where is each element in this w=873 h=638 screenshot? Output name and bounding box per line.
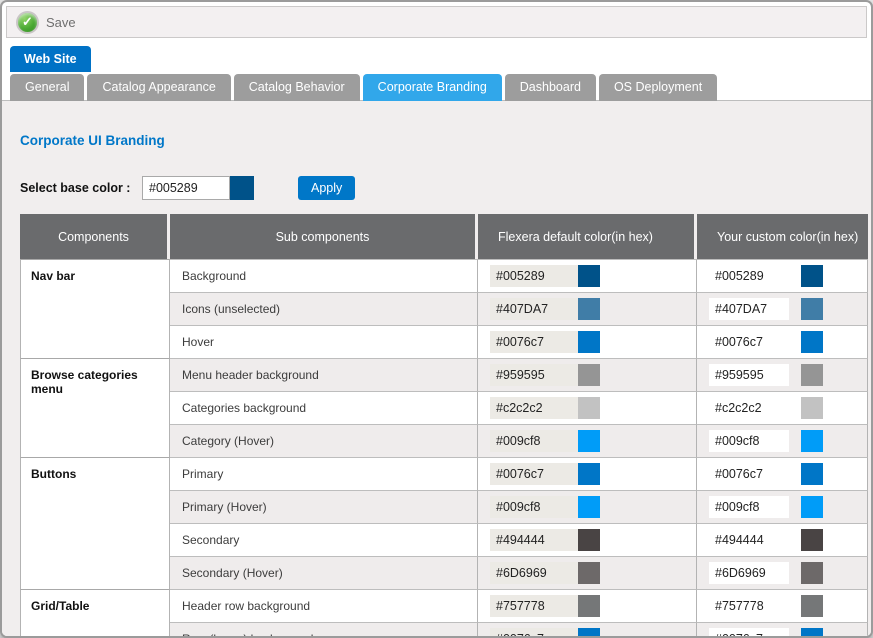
flexera-default-color-swatch [578, 430, 600, 452]
flexera-default-hex-input [490, 463, 578, 485]
table-row: Grid/TableHeader row background [20, 589, 868, 622]
flexera-default-color-swatch [578, 529, 600, 551]
flexera-default-hex-input [490, 529, 578, 551]
header-your-custom: Your custom color(in hex) [697, 214, 868, 259]
flexera-default-color-swatch [578, 496, 600, 518]
flexera-default-hex-input [490, 364, 578, 386]
flexera-default-color-swatch [578, 265, 600, 287]
flexera-default-color-swatch [578, 364, 600, 386]
custom-hex-input[interactable] [709, 430, 789, 452]
component-cell: Nav bar [20, 259, 170, 358]
sub-component-cell: Categories background [170, 391, 478, 424]
flexera-default-hex-input [490, 496, 578, 518]
flexera-default-color-swatch [578, 595, 600, 617]
flexera-default-color-swatch [578, 397, 600, 419]
component-cell: Grid/Table [20, 589, 170, 638]
sub-component-cell: Category (Hover) [170, 424, 478, 457]
flexera-default-color-swatch [578, 463, 600, 485]
tab-corporate-branding[interactable]: Corporate Branding [363, 74, 502, 101]
toolbar: ✓ Save [6, 6, 867, 38]
header-components: Components [20, 214, 170, 259]
custom-color-swatch[interactable] [801, 628, 823, 638]
table-row: Browse categories menuMenu header backgr… [20, 358, 868, 391]
tab-web-site[interactable]: Web Site [10, 46, 91, 72]
flexera-default-hex-input [490, 265, 578, 287]
sub-component-cell: Primary (Hover) [170, 490, 478, 523]
custom-color-swatch[interactable] [801, 430, 823, 452]
base-color-label: Select base color : [20, 181, 142, 195]
custom-hex-input[interactable] [709, 331, 789, 353]
sub-component-cell: Primary [170, 457, 478, 490]
flexera-default-hex-input [490, 562, 578, 584]
custom-hex-input[interactable] [709, 364, 789, 386]
branding-table: Components Sub components Flexera defaul… [20, 214, 868, 638]
custom-hex-input[interactable] [709, 265, 789, 287]
table-row: ButtonsPrimary [20, 457, 868, 490]
sub-component-cell: Header row background [170, 589, 478, 622]
custom-hex-input[interactable] [709, 529, 789, 551]
custom-hex-input[interactable] [709, 463, 789, 485]
custom-hex-input[interactable] [709, 298, 789, 320]
settings-window: ✓ Save Web Site General Catalog Appearan… [0, 0, 873, 638]
base-color-row: Select base color : Apply [20, 176, 871, 200]
site-tab-row: Web Site [2, 38, 871, 72]
custom-color-swatch[interactable] [801, 397, 823, 419]
tab-catalog-behavior[interactable]: Catalog Behavior [234, 74, 360, 101]
sub-component-cell: Background [170, 259, 478, 292]
sub-component-cell: Menu header background [170, 358, 478, 391]
check-circle-icon: ✓ [16, 11, 39, 34]
custom-color-swatch[interactable] [801, 331, 823, 353]
component-cell: Buttons [20, 457, 170, 589]
flexera-default-hex-input [490, 298, 578, 320]
custom-color-swatch[interactable] [801, 298, 823, 320]
save-button-label: Save [46, 15, 76, 30]
sub-component-cell: Secondary (Hover) [170, 556, 478, 589]
custom-hex-input[interactable] [709, 397, 789, 419]
header-flexera-default: Flexera default color(in hex) [478, 214, 697, 259]
flexera-default-hex-input [490, 595, 578, 617]
save-button[interactable]: ✓ Save [16, 11, 76, 34]
custom-hex-input[interactable] [709, 595, 789, 617]
custom-color-swatch[interactable] [801, 562, 823, 584]
custom-hex-input[interactable] [709, 496, 789, 518]
page-title: Corporate UI Branding [20, 133, 871, 148]
sub-component-cell: Icons (unselected) [170, 292, 478, 325]
base-color-swatch[interactable] [230, 176, 254, 200]
flexera-default-hex-input [490, 397, 578, 419]
custom-color-swatch[interactable] [801, 364, 823, 386]
tab-dashboard[interactable]: Dashboard [505, 74, 596, 101]
flexera-default-hex-input [490, 430, 578, 452]
custom-color-swatch[interactable] [801, 595, 823, 617]
sub-component-cell: Row (hover) background [170, 622, 478, 638]
custom-color-swatch[interactable] [801, 463, 823, 485]
flexera-default-hex-input [490, 628, 578, 638]
tab-catalog-appearance[interactable]: Catalog Appearance [87, 74, 230, 101]
custom-color-swatch[interactable] [801, 496, 823, 518]
flexera-default-color-swatch [578, 628, 600, 638]
custom-hex-input[interactable] [709, 628, 789, 638]
header-sub-components: Sub components [170, 214, 478, 259]
flexera-default-color-swatch [578, 562, 600, 584]
tab-os-deployment[interactable]: OS Deployment [599, 74, 717, 101]
tab-general[interactable]: General [10, 74, 84, 101]
table-header-row: Components Sub components Flexera defaul… [20, 214, 868, 259]
flexera-default-hex-input [490, 331, 578, 353]
apply-button[interactable]: Apply [298, 176, 355, 200]
corporate-branding-panel: Corporate UI Branding Select base color … [2, 101, 871, 638]
custom-hex-input[interactable] [709, 562, 789, 584]
custom-color-swatch[interactable] [801, 529, 823, 551]
base-color-input[interactable] [142, 176, 230, 200]
tab-strip: General Catalog Appearance Catalog Behav… [2, 72, 871, 101]
table-row: Nav barBackground [20, 259, 868, 292]
sub-component-cell: Hover [170, 325, 478, 358]
component-cell: Browse categories menu [20, 358, 170, 457]
sub-component-cell: Secondary [170, 523, 478, 556]
flexera-default-color-swatch [578, 298, 600, 320]
custom-color-swatch[interactable] [801, 265, 823, 287]
flexera-default-color-swatch [578, 331, 600, 353]
